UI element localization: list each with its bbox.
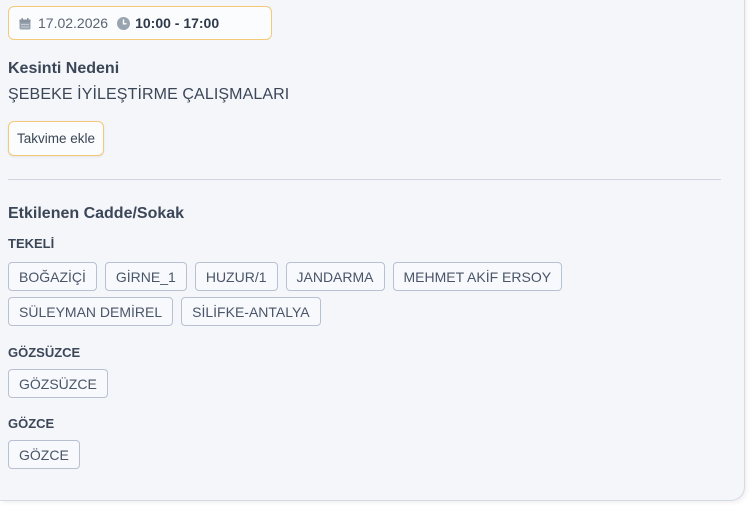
street-tag: JANDARMA <box>285 262 385 291</box>
street-tag: HUZUR/1 <box>194 262 278 291</box>
street-tags-tekeli-row2: SÜLEYMAN DEMİREL SİLİFKE-ANTALYA <box>8 297 321 326</box>
divider <box>8 179 721 180</box>
street-tag: GÖZSÜZCE <box>8 369 108 398</box>
calendar-icon <box>19 17 31 30</box>
district-name-tekeli: TEKELİ <box>8 236 55 251</box>
affected-streets-title: Etkilenen Cadde/Sokak <box>8 205 185 222</box>
add-to-calendar-button[interactable]: Takvime ekle <box>8 121 105 156</box>
district-name-gozce: GÖZCE <box>8 416 55 431</box>
street-tags-tekeli-row1: BOĞAZİÇİ GİRNE_1 HUZUR/1 JANDARMA MEHMET… <box>8 262 563 291</box>
street-tag: GİRNE_1 <box>104 262 187 291</box>
street-tag: SİLİFKE-ANTALYA <box>181 297 321 326</box>
street-tags-gozce: GÖZCE <box>8 440 80 469</box>
street-tag: GÖZCE <box>8 440 80 469</box>
street-tags-gozsuzce: GÖZSÜZCE <box>8 369 108 398</box>
district-name-gozsuzce: GÖZSÜZCE <box>8 345 81 360</box>
street-tag: MEHMET AKİF ERSOY <box>392 262 563 291</box>
street-tag: SÜLEYMAN DEMİREL <box>8 297 174 326</box>
reason-title: Kesinti Nedeni <box>8 60 120 77</box>
reason-text: ŞEBEKE İYİLEŞTİRME ÇALIŞMALARI <box>8 86 290 103</box>
date-time-badge: 17.02.2026 10:00 - 17:00 <box>8 6 272 40</box>
outage-time: 10:00 - 17:00 <box>135 15 220 31</box>
clock-icon <box>117 16 131 30</box>
street-tag: BOĞAZİÇİ <box>8 262 97 291</box>
outage-date: 17.02.2026 <box>38 15 109 31</box>
